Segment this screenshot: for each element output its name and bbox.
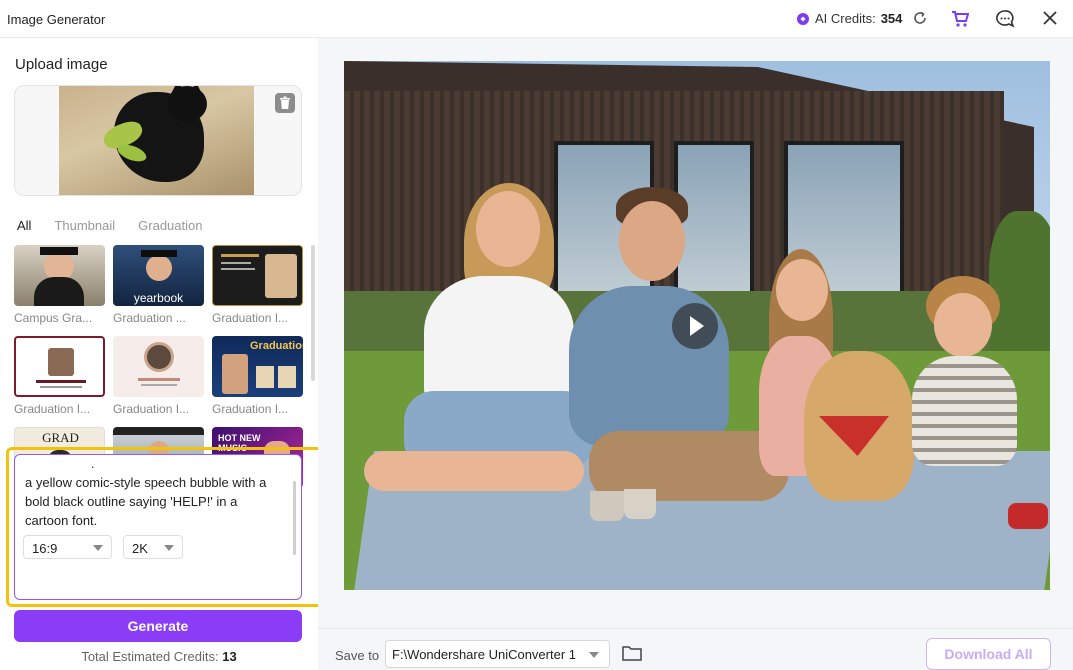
trash-icon[interactable] bbox=[275, 93, 295, 113]
template-card[interactable]: Graduation I... bbox=[113, 336, 204, 416]
boy-shirt bbox=[912, 356, 1017, 466]
uploaded-image bbox=[59, 86, 254, 195]
template-card[interactable]: Campus Gra... bbox=[14, 245, 105, 325]
play-icon[interactable] bbox=[672, 303, 718, 349]
upload-image-area[interactable] bbox=[14, 85, 302, 196]
aspect-ratio-select[interactable]: 16:9 bbox=[23, 535, 112, 559]
template-thumbnail: Graduation bbox=[212, 336, 303, 397]
tab-all[interactable]: All bbox=[17, 218, 31, 233]
template-card[interactable]: Graduation Graduation I... bbox=[212, 336, 303, 416]
chevron-down-icon bbox=[164, 545, 174, 551]
prompt-dot: . bbox=[91, 457, 95, 471]
estimate-value: 13 bbox=[222, 649, 237, 664]
girl-head bbox=[776, 259, 828, 321]
ai-credits: AI Credits: 354 bbox=[797, 11, 902, 26]
resolution-select[interactable]: 2K bbox=[123, 535, 183, 559]
toy-car bbox=[1008, 503, 1048, 529]
template-card-text: yearbook bbox=[133, 291, 184, 305]
aspect-ratio-value: 16:9 bbox=[32, 541, 58, 556]
upload-image-label: Upload image bbox=[15, 56, 108, 73]
cart-icon[interactable] bbox=[951, 10, 969, 28]
template-label: Graduation I... bbox=[212, 311, 289, 325]
prompt-text[interactable]: a yellow comic-style speech bubble with … bbox=[25, 473, 280, 530]
preview-panel bbox=[318, 38, 1073, 670]
house-window bbox=[674, 141, 754, 311]
folder-icon[interactable] bbox=[622, 645, 642, 661]
template-card-text: Graduation bbox=[250, 340, 303, 352]
prompt-input[interactable]: . a yellow comic-style speech bubble wit… bbox=[14, 454, 302, 600]
generated-preview[interactable] bbox=[344, 61, 1050, 590]
template-thumbnail bbox=[14, 336, 105, 397]
generate-button[interactable]: Generate bbox=[14, 610, 302, 642]
template-card[interactable]: Graduation I... bbox=[14, 336, 105, 416]
close-icon[interactable] bbox=[1042, 10, 1058, 26]
template-card[interactable]: yearbook Graduation ... bbox=[113, 245, 204, 325]
mug bbox=[624, 489, 656, 519]
boy-head bbox=[934, 293, 992, 357]
credits-value: 354 bbox=[880, 11, 903, 26]
window-title: Image Generator bbox=[7, 12, 106, 27]
save-path-select[interactable]: F:\Wondershare UniConverter 1 bbox=[385, 640, 610, 668]
template-thumbnail bbox=[113, 336, 204, 397]
template-thumbnail: yearbook bbox=[113, 245, 204, 306]
cat-ear bbox=[189, 86, 203, 96]
tree bbox=[989, 211, 1050, 361]
refresh-icon[interactable] bbox=[912, 10, 928, 26]
resolution-value: 2K bbox=[132, 541, 148, 556]
download-all-button[interactable]: Download All bbox=[926, 638, 1051, 670]
cat-ear bbox=[171, 86, 185, 94]
mug bbox=[590, 491, 624, 521]
template-card-text: GRAD bbox=[42, 430, 79, 445]
template-label: Graduation I... bbox=[14, 402, 91, 416]
save-path-value: F:\Wondershare UniConverter 1 bbox=[392, 647, 577, 662]
tab-graduation[interactable]: Graduation bbox=[138, 218, 202, 233]
save-to-label: Save to bbox=[335, 648, 380, 663]
template-scrollbar[interactable] bbox=[311, 245, 315, 381]
estimate-label: Total Estimated Credits: bbox=[81, 649, 219, 664]
title-bar: Image Generator AI Credits: 354 bbox=[0, 0, 1073, 38]
template-thumbnail bbox=[212, 245, 303, 306]
chevron-down-icon bbox=[589, 652, 599, 658]
credits-label: AI Credits: bbox=[815, 11, 876, 26]
credits-icon bbox=[797, 12, 809, 25]
estimated-credits: Total Estimated Credits: 13 bbox=[0, 649, 318, 664]
chat-icon[interactable] bbox=[995, 9, 1015, 29]
template-label: Campus Gra... bbox=[14, 311, 93, 325]
bottom-bar: Save to F:\Wondershare UniConverter 1 Do… bbox=[318, 628, 1073, 670]
template-label: Graduation I... bbox=[113, 402, 190, 416]
chevron-down-icon bbox=[93, 545, 103, 551]
tab-thumbnail[interactable]: Thumbnail bbox=[54, 218, 115, 233]
template-label: Graduation ... bbox=[113, 311, 186, 325]
woman-head bbox=[476, 191, 540, 267]
template-card[interactable]: Graduation I... bbox=[212, 245, 303, 325]
template-tabs: All Thumbnail Graduation bbox=[17, 218, 225, 233]
woman-legs bbox=[364, 451, 584, 491]
template-thumbnail bbox=[14, 245, 105, 306]
man-head bbox=[619, 201, 685, 281]
prompt-scrollbar[interactable] bbox=[293, 481, 296, 555]
template-label: Graduation I... bbox=[212, 402, 289, 416]
